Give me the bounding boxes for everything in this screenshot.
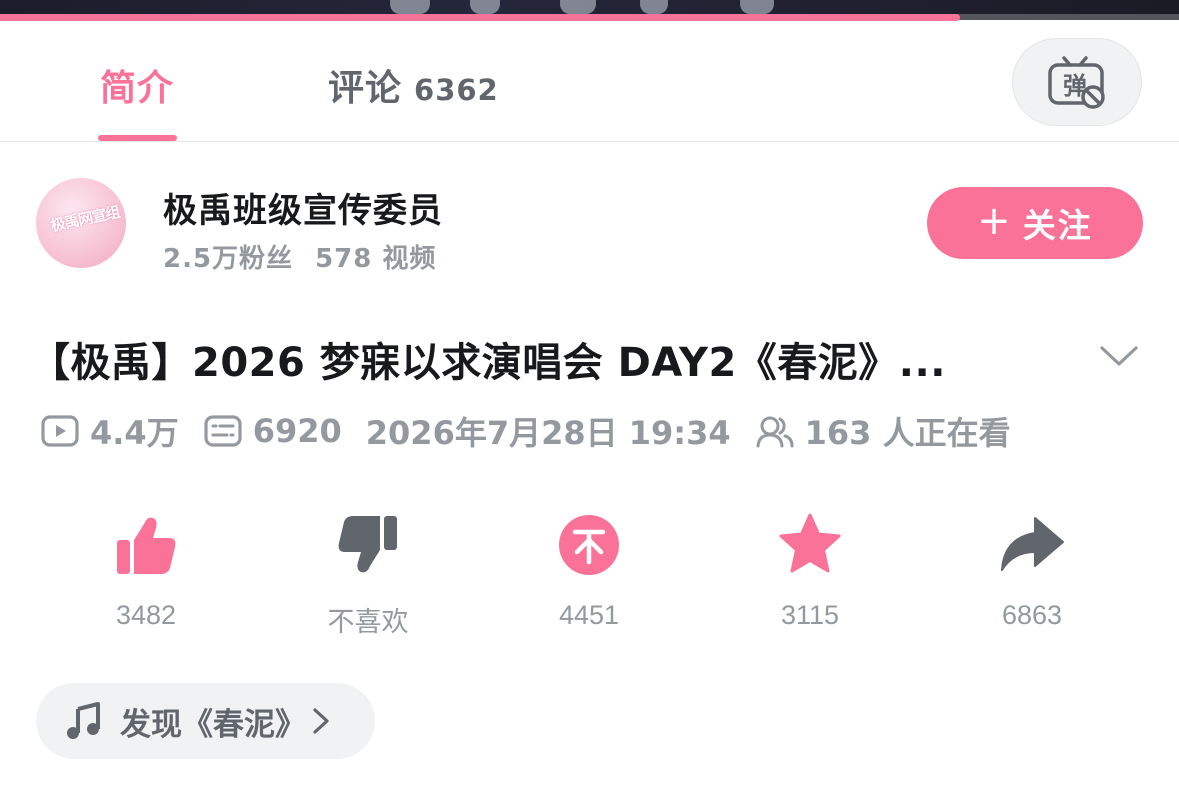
tab-comments[interactable]: 评论 6362 <box>328 59 499 111</box>
avatar-logo-text: 极禹网宣组 <box>48 202 122 236</box>
fans-count: 2.5万粉丝 <box>163 244 294 274</box>
uploader-stats: 2.5万粉丝 578 视频 <box>163 238 436 275</box>
coin-icon <box>559 515 619 575</box>
follow-label: 关注 <box>1022 206 1093 245</box>
star-icon <box>779 513 841 573</box>
tab-intro[interactable]: 简介 <box>100 59 174 111</box>
thumbs-up-icon <box>117 517 176 574</box>
coin-count: 4451 <box>558 600 620 630</box>
uploader-name[interactable]: 极禹班级宣传委员 <box>163 183 443 232</box>
tab-bar: 简介 评论 6362 弹 <box>0 21 1179 142</box>
share-button[interactable]: 6863 <box>952 510 1112 631</box>
share-icon <box>1001 517 1064 571</box>
tab-comments-label: 评论 <box>328 68 403 109</box>
video-title[interactable]: 【极禹】2026 梦寐以求演唱会 DAY2《春泥》... <box>30 330 1070 388</box>
danmaku-off-icon: 弹 <box>1048 56 1105 109</box>
viewers-icon <box>756 416 794 448</box>
view-count: 4.4万 <box>90 414 179 452</box>
like-count: 3482 <box>115 600 177 630</box>
coin-button[interactable]: 4451 <box>509 510 669 631</box>
music-note-icon <box>67 702 100 739</box>
video-meta-row: 4.4万 6920 2026年7月28日 19:34 163 人正在看 <box>40 410 1160 452</box>
video-count: 578 视频 <box>315 244 437 274</box>
discover-music-label: 发现《春泥》 <box>120 706 306 743</box>
progress-fill <box>0 14 960 21</box>
like-button[interactable]: 3482 <box>66 510 226 631</box>
danmaku-toggle-button[interactable]: 弹 <box>1012 38 1142 126</box>
favorite-count: 3115 <box>780 600 840 630</box>
tab-active-indicator <box>98 135 177 141</box>
favorite-button[interactable]: 3115 <box>730 510 890 631</box>
danmaku-count: 6920 <box>252 412 342 450</box>
publish-datetime: 2026年7月28日 19:34 <box>365 414 731 452</box>
watching-count: 163 人正在看 <box>804 414 1011 452</box>
share-count: 6863 <box>1001 600 1063 630</box>
play-count-icon <box>41 415 79 447</box>
chevron-down-icon[interactable] <box>1099 340 1139 370</box>
action-bar: 3482 不喜欢 4451 3115 6863 <box>0 510 1179 640</box>
thumbs-down-icon <box>338 516 397 573</box>
watching-group: 163 人正在看 <box>755 408 1011 454</box>
dislike-label: 不喜欢 <box>327 607 409 637</box>
danmaku-count-group: 6920 <box>203 412 342 450</box>
danmaku-count-icon <box>204 415 242 447</box>
plus-icon: + <box>977 198 1013 244</box>
video-detail-page: 简介 评论 6362 弹 极禹网宣组 极禹班级宣传委员 2.5万粉丝 578 视频 … <box>0 0 1179 794</box>
comments-count: 6362 <box>414 73 499 107</box>
view-count-group: 4.4万 <box>40 408 179 454</box>
follow-button[interactable]: + 关注 <box>927 187 1143 259</box>
chevron-right-icon <box>313 708 329 734</box>
avatar[interactable]: 极禹网宣组 <box>36 178 126 268</box>
discover-music-chip[interactable]: 发现《春泥》 <box>36 683 375 759</box>
dislike-button[interactable]: 不喜欢 <box>288 510 448 639</box>
